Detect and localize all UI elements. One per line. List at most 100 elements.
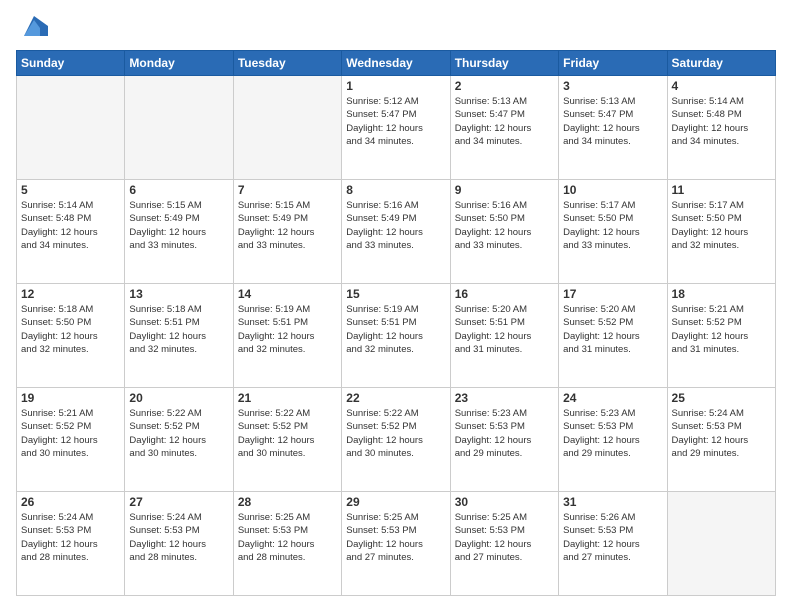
day-number: 25 (672, 391, 771, 405)
calendar-cell: 16 Sunrise: 5:20 AM Sunset: 5:51 PM Dayli… (450, 284, 558, 388)
day-info: Sunrise: 5:17 AM Sunset: 5:50 PM Dayligh… (672, 199, 771, 252)
day-info: Sunrise: 5:24 AM Sunset: 5:53 PM Dayligh… (672, 407, 771, 460)
calendar-cell: 25 Sunrise: 5:24 AM Sunset: 5:53 PM Dayli… (667, 388, 775, 492)
week-row-3: 12 Sunrise: 5:18 AM Sunset: 5:50 PM Dayli… (17, 284, 776, 388)
calendar-cell: 18Sunrise: 5:21 AM Sunset: 5:52 PM Dayli… (667, 284, 775, 388)
calendar-cell: 30 Sunrise: 5:25 AM Sunset: 5:53 PM Dayli… (450, 492, 558, 596)
day-info: Sunrise: 5:20 AM Sunset: 5:52 PM Dayligh… (563, 303, 662, 356)
day-info: Sunrise: 5:15 AM Sunset: 5:49 PM Dayligh… (238, 199, 337, 252)
calendar-cell (667, 492, 775, 596)
day-info: Sunrise: 5:18 AM Sunset: 5:50 PM Dayligh… (21, 303, 120, 356)
calendar-cell: 29 Sunrise: 5:25 AM Sunset: 5:53 PM Dayli… (342, 492, 450, 596)
day-info: Sunrise: 5:23 AM Sunset: 5:53 PM Dayligh… (563, 407, 662, 460)
calendar-cell: 2 Sunrise: 5:13 AM Sunset: 5:47 PM Daylig… (450, 76, 558, 180)
calendar-cell: 22 Sunrise: 5:22 AM Sunset: 5:52 PM Dayli… (342, 388, 450, 492)
header (16, 16, 776, 40)
day-info: Sunrise: 5:14 AM Sunset: 5:48 PM Dayligh… (21, 199, 120, 252)
day-number: 23 (455, 391, 554, 405)
day-number: 2 (455, 79, 554, 93)
weekday-header-wednesday: Wednesday (342, 51, 450, 76)
day-number: 10 (563, 183, 662, 197)
weekday-header-saturday: Saturday (667, 51, 775, 76)
calendar-cell: 20Sunrise: 5:22 AM Sunset: 5:52 PM Dayli… (125, 388, 233, 492)
day-info: Sunrise: 5:23 AM Sunset: 5:53 PM Dayligh… (455, 407, 554, 460)
day-info: Sunrise: 5:16 AM Sunset: 5:50 PM Dayligh… (455, 199, 554, 252)
day-info: Sunrise: 5:26 AM Sunset: 5:53 PM Dayligh… (563, 511, 662, 564)
day-number: 7 (238, 183, 337, 197)
day-info: Sunrise: 5:16 AM Sunset: 5:49 PM Dayligh… (346, 199, 445, 252)
calendar-cell: 5 Sunrise: 5:14 AM Sunset: 5:48 PM Daylig… (17, 180, 125, 284)
calendar-cell: 1 Sunrise: 5:12 AM Sunset: 5:47 PM Daylig… (342, 76, 450, 180)
calendar-cell: 15 Sunrise: 5:19 AM Sunset: 5:51 PM Dayli… (342, 284, 450, 388)
weekday-header-row: SundayMondayTuesdayWednesdayThursdayFrid… (17, 51, 776, 76)
day-info: Sunrise: 5:13 AM Sunset: 5:47 PM Dayligh… (563, 95, 662, 148)
day-number: 1 (346, 79, 445, 93)
week-row-4: 19Sunrise: 5:21 AM Sunset: 5:52 PM Dayli… (17, 388, 776, 492)
weekday-header-monday: Monday (125, 51, 233, 76)
day-number: 13 (129, 287, 228, 301)
day-number: 21 (238, 391, 337, 405)
day-info: Sunrise: 5:24 AM Sunset: 5:53 PM Dayligh… (129, 511, 228, 564)
day-number: 27 (129, 495, 228, 509)
day-info: Sunrise: 5:12 AM Sunset: 5:47 PM Dayligh… (346, 95, 445, 148)
calendar-cell: 28 Sunrise: 5:25 AM Sunset: 5:53 PM Dayli… (233, 492, 341, 596)
logo (16, 16, 48, 40)
day-info: Sunrise: 5:15 AM Sunset: 5:49 PM Dayligh… (129, 199, 228, 252)
calendar-cell: 31Sunrise: 5:26 AM Sunset: 5:53 PM Dayli… (559, 492, 667, 596)
day-info: Sunrise: 5:25 AM Sunset: 5:53 PM Dayligh… (455, 511, 554, 564)
calendar-cell: 9Sunrise: 5:16 AM Sunset: 5:50 PM Daylig… (450, 180, 558, 284)
day-info: Sunrise: 5:22 AM Sunset: 5:52 PM Dayligh… (238, 407, 337, 460)
calendar-cell: 26 Sunrise: 5:24 AM Sunset: 5:53 PM Dayli… (17, 492, 125, 596)
day-info: Sunrise: 5:24 AM Sunset: 5:53 PM Dayligh… (21, 511, 120, 564)
day-number: 6 (129, 183, 228, 197)
weekday-header-sunday: Sunday (17, 51, 125, 76)
calendar-cell: 23 Sunrise: 5:23 AM Sunset: 5:53 PM Dayli… (450, 388, 558, 492)
logo-icon (20, 12, 48, 40)
day-number: 29 (346, 495, 445, 509)
day-number: 22 (346, 391, 445, 405)
day-info: Sunrise: 5:19 AM Sunset: 5:51 PM Dayligh… (238, 303, 337, 356)
day-info: Sunrise: 5:22 AM Sunset: 5:52 PM Dayligh… (346, 407, 445, 460)
calendar-cell: 3 Sunrise: 5:13 AM Sunset: 5:47 PM Daylig… (559, 76, 667, 180)
calendar-cell (233, 76, 341, 180)
calendar-cell: 13 Sunrise: 5:18 AM Sunset: 5:51 PM Dayli… (125, 284, 233, 388)
day-number: 15 (346, 287, 445, 301)
day-info: Sunrise: 5:25 AM Sunset: 5:53 PM Dayligh… (238, 511, 337, 564)
day-number: 11 (672, 183, 771, 197)
calendar-cell: 6 Sunrise: 5:15 AM Sunset: 5:49 PM Daylig… (125, 180, 233, 284)
calendar-cell: 7 Sunrise: 5:15 AM Sunset: 5:49 PM Daylig… (233, 180, 341, 284)
weekday-header-tuesday: Tuesday (233, 51, 341, 76)
week-row-2: 5 Sunrise: 5:14 AM Sunset: 5:48 PM Daylig… (17, 180, 776, 284)
week-row-5: 26 Sunrise: 5:24 AM Sunset: 5:53 PM Dayli… (17, 492, 776, 596)
day-number: 26 (21, 495, 120, 509)
day-info: Sunrise: 5:25 AM Sunset: 5:53 PM Dayligh… (346, 511, 445, 564)
calendar-cell: 21 Sunrise: 5:22 AM Sunset: 5:52 PM Dayli… (233, 388, 341, 492)
page: SundayMondayTuesdayWednesdayThursdayFrid… (0, 0, 792, 612)
day-info: Sunrise: 5:21 AM Sunset: 5:52 PM Dayligh… (21, 407, 120, 460)
day-info: Sunrise: 5:19 AM Sunset: 5:51 PM Dayligh… (346, 303, 445, 356)
day-number: 4 (672, 79, 771, 93)
weekday-header-friday: Friday (559, 51, 667, 76)
calendar-cell: 19Sunrise: 5:21 AM Sunset: 5:52 PM Dayli… (17, 388, 125, 492)
calendar-cell (17, 76, 125, 180)
day-info: Sunrise: 5:14 AM Sunset: 5:48 PM Dayligh… (672, 95, 771, 148)
calendar-cell: 8 Sunrise: 5:16 AM Sunset: 5:49 PM Daylig… (342, 180, 450, 284)
day-number: 30 (455, 495, 554, 509)
day-info: Sunrise: 5:18 AM Sunset: 5:51 PM Dayligh… (129, 303, 228, 356)
day-number: 8 (346, 183, 445, 197)
calendar-cell (125, 76, 233, 180)
calendar-cell: 4 Sunrise: 5:14 AM Sunset: 5:48 PM Daylig… (667, 76, 775, 180)
calendar-table: SundayMondayTuesdayWednesdayThursdayFrid… (16, 50, 776, 596)
day-info: Sunrise: 5:13 AM Sunset: 5:47 PM Dayligh… (455, 95, 554, 148)
day-number: 28 (238, 495, 337, 509)
day-number: 5 (21, 183, 120, 197)
calendar-cell: 27 Sunrise: 5:24 AM Sunset: 5:53 PM Dayli… (125, 492, 233, 596)
calendar-cell: 24Sunrise: 5:23 AM Sunset: 5:53 PM Dayli… (559, 388, 667, 492)
day-number: 12 (21, 287, 120, 301)
day-number: 16 (455, 287, 554, 301)
day-number: 3 (563, 79, 662, 93)
weekday-header-thursday: Thursday (450, 51, 558, 76)
day-info: Sunrise: 5:20 AM Sunset: 5:51 PM Dayligh… (455, 303, 554, 356)
calendar-cell: 11 Sunrise: 5:17 AM Sunset: 5:50 PM Dayli… (667, 180, 775, 284)
day-info: Sunrise: 5:22 AM Sunset: 5:52 PM Dayligh… (129, 407, 228, 460)
